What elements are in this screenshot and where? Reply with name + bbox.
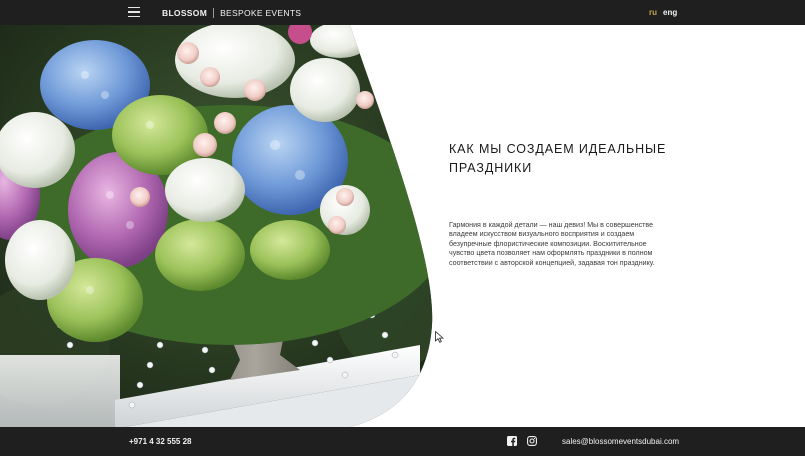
brand-tagline: BESPOKE EVENTS bbox=[220, 7, 302, 18]
menu-icon[interactable] bbox=[128, 7, 140, 17]
email-link[interactable]: sales@blossomeventsdubai.com bbox=[562, 427, 679, 456]
description-line: чувство цвета позволяет нам оформлять пр… bbox=[449, 249, 653, 258]
about-section: КАК МЫ СОЗДАЕМ ИДЕАЛЬНЫЕ ПРАЗДНИКИ Гармо… bbox=[449, 140, 689, 268]
footer-bar: +971 4 32 555 28 sales@blossomeventsduba… bbox=[0, 427, 805, 456]
top-bar: BLOSSOM BESPOKE EVENTS ru eng bbox=[0, 0, 805, 25]
brand-divider bbox=[213, 7, 215, 18]
language-ru-link[interactable]: ru bbox=[649, 0, 657, 25]
language-en-link[interactable]: eng bbox=[663, 0, 677, 25]
menu-icon-line bbox=[128, 11, 140, 13]
description-line: Гармония в каждой детали — наш девиз! Мы… bbox=[449, 221, 654, 229]
brand-logo[interactable]: BLOSSOM BESPOKE EVENTS bbox=[162, 0, 301, 25]
floral-arrangement-illustration bbox=[0, 25, 440, 427]
instagram-icon[interactable] bbox=[527, 436, 537, 446]
section-heading-line: ПРАЗДНИКИ bbox=[449, 161, 533, 175]
brand-name: BLOSSOM bbox=[162, 7, 208, 18]
menu-icon-line bbox=[128, 7, 140, 9]
mouse-cursor-icon bbox=[435, 331, 444, 343]
description-line: соответствии с авторской концепцией, зад… bbox=[449, 258, 655, 267]
section-heading: КАК МЫ СОЗДАЕМ ИДЕАЛЬНЫЕ ПРАЗДНИКИ bbox=[449, 140, 689, 178]
hero-image bbox=[0, 25, 440, 427]
phone-number-link[interactable]: +971 4 32 555 28 bbox=[129, 427, 192, 456]
description-line: владеем искусством визуального восприяти… bbox=[449, 230, 635, 239]
menu-icon-line bbox=[128, 15, 140, 17]
section-heading-line: КАК МЫ СОЗДАЕМ ИДЕАЛЬНЫЕ bbox=[449, 142, 667, 156]
section-description: Гармония в каждой детали — наш девиз! Мы… bbox=[449, 221, 689, 268]
description-line: безупречные флористические композиции. В… bbox=[449, 239, 647, 248]
facebook-icon[interactable] bbox=[507, 436, 517, 446]
